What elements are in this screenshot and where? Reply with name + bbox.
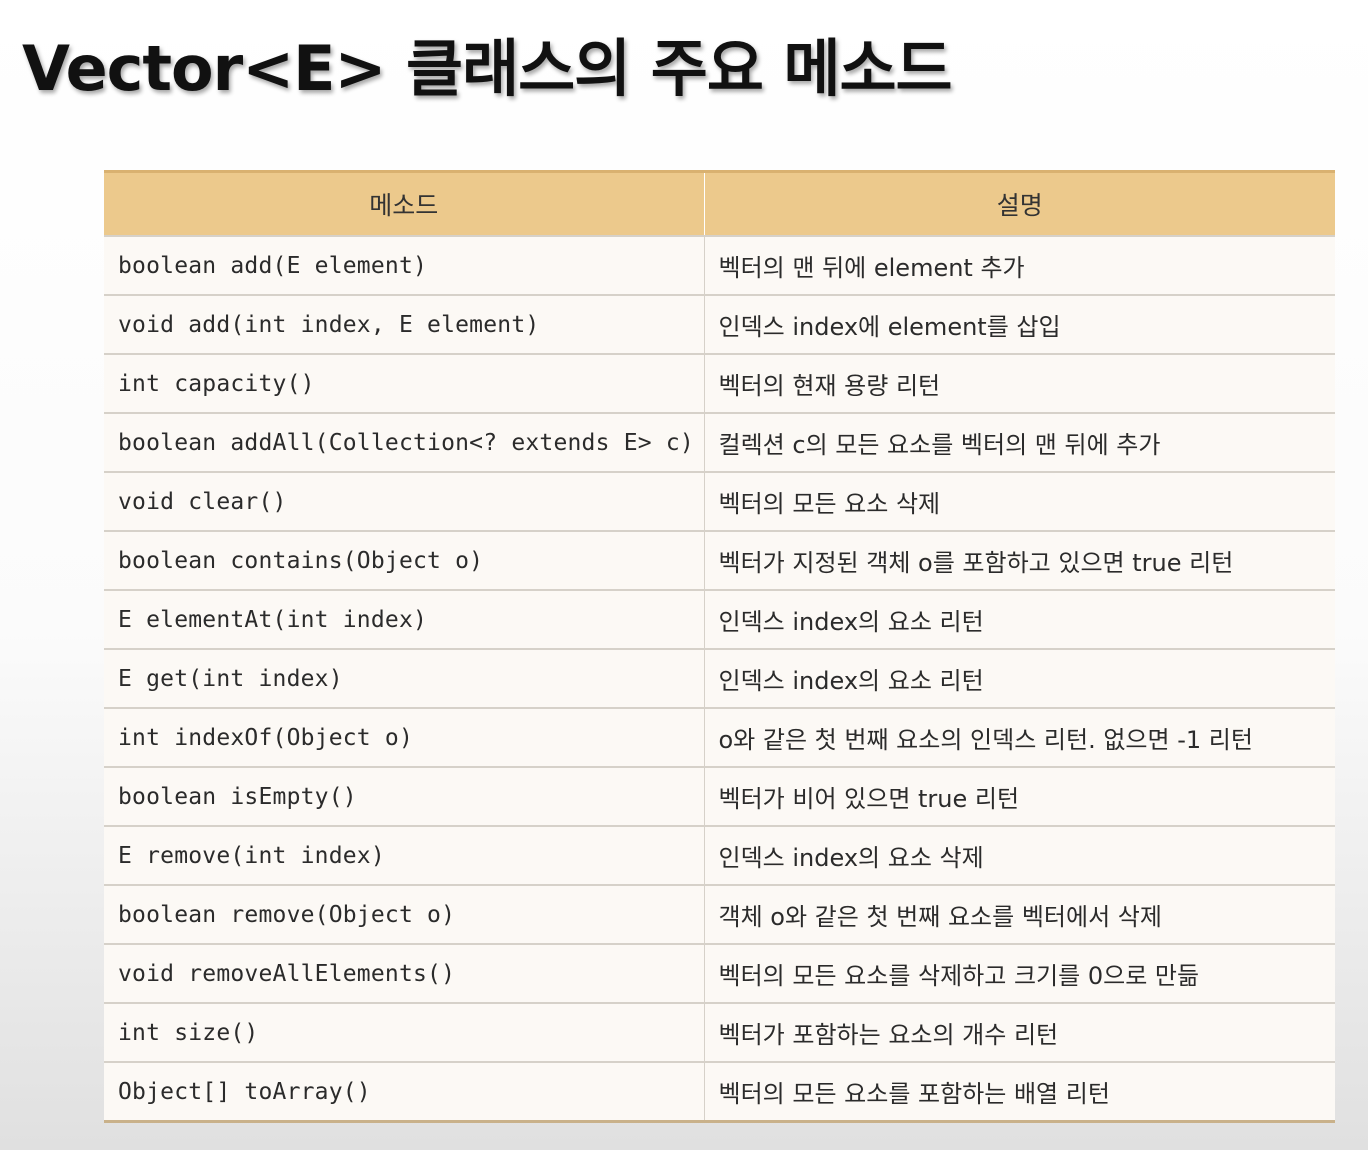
method-description: 벡터가 지정된 객체 o를 포함하고 있으면 true 리턴: [703, 530, 1335, 590]
method-signature: void clear(): [104, 471, 704, 531]
method-description: 벡터의 모든 요소 삭제: [703, 471, 1335, 531]
header-description: 설명: [703, 170, 1335, 236]
table-row: boolean contains(Object o) 벡터가 지정된 객체 o를…: [104, 530, 1335, 590]
method-signature: E remove(int index): [104, 825, 704, 885]
table-row: void removeAllElements() 벡터의 모든 요소를 삭제하고…: [104, 943, 1335, 1003]
table-row: boolean add(E element) 벡터의 맨 뒤에 element …: [104, 235, 1335, 295]
method-description: 벡터가 비어 있으면 true 리턴: [703, 766, 1335, 826]
method-description: 벡터의 맨 뒤에 element 추가: [703, 235, 1335, 295]
slide-title: Vector<E> 클래스의 주요 메소드: [22, 32, 953, 105]
table-row: boolean addAll(Collection<? extends E> c…: [104, 412, 1335, 472]
table-row: int indexOf(Object o) o와 같은 첫 번째 요소의 인덱스…: [104, 707, 1335, 767]
method-signature: Object[] toArray(): [104, 1061, 704, 1120]
method-signature: boolean addAll(Collection<? extends E> c…: [104, 412, 704, 472]
table-row: Object[] toArray() 벡터의 모든 요소를 포함하는 배열 리턴: [104, 1061, 1335, 1120]
method-description: 벡터의 모든 요소를 포함하는 배열 리턴: [703, 1061, 1335, 1120]
method-signature: E elementAt(int index): [104, 589, 704, 649]
method-description: 벡터가 포함하는 요소의 개수 리턴: [703, 1002, 1335, 1062]
table-header-row: 메소드 설명: [104, 170, 1335, 236]
method-table-container: 메소드 설명 boolean add(E element) 벡터의 맨 뒤에 e…: [104, 170, 1335, 1123]
method-signature: boolean isEmpty(): [104, 766, 704, 826]
table-row: E elementAt(int index) 인덱스 index의 요소 리턴: [104, 589, 1335, 649]
method-signature: int size(): [104, 1002, 704, 1062]
table-row: boolean isEmpty() 벡터가 비어 있으면 true 리턴: [104, 766, 1335, 826]
table-row: int capacity() 벡터의 현재 용량 리턴: [104, 353, 1335, 413]
method-signature: void add(int index, E element): [104, 294, 704, 354]
method-description: 벡터의 모든 요소를 삭제하고 크기를 0으로 만듦: [703, 943, 1335, 1003]
table-row: boolean remove(Object o) 객체 o와 같은 첫 번째 요…: [104, 884, 1335, 944]
method-table: 메소드 설명 boolean add(E element) 벡터의 맨 뒤에 e…: [104, 170, 1335, 1120]
method-description: 벡터의 현재 용량 리턴: [703, 353, 1335, 413]
method-description: 인덱스 index에 element를 삽입: [703, 294, 1335, 354]
method-signature: E get(int index): [104, 648, 704, 708]
table-row: void add(int index, E element) 인덱스 index…: [104, 294, 1335, 354]
method-description: 인덱스 index의 요소 리턴: [703, 589, 1335, 649]
method-signature: int capacity(): [104, 353, 704, 413]
method-description: 인덱스 index의 요소 리턴: [703, 648, 1335, 708]
method-description: o와 같은 첫 번째 요소의 인덱스 리턴. 없으면 -1 리턴: [703, 707, 1335, 767]
table-row: void clear() 벡터의 모든 요소 삭제: [104, 471, 1335, 531]
method-description: 객체 o와 같은 첫 번째 요소를 벡터에서 삭제: [703, 884, 1335, 944]
table-row: E remove(int index) 인덱스 index의 요소 삭제: [104, 825, 1335, 885]
table-row: E get(int index) 인덱스 index의 요소 리턴: [104, 648, 1335, 708]
method-signature: int indexOf(Object o): [104, 707, 704, 767]
method-signature: void removeAllElements(): [104, 943, 704, 1003]
method-signature: boolean contains(Object o): [104, 530, 704, 590]
table-row: int size() 벡터가 포함하는 요소의 개수 리턴: [104, 1002, 1335, 1062]
method-description: 컬렉션 c의 모든 요소를 벡터의 맨 뒤에 추가: [703, 412, 1335, 472]
header-method: 메소드: [104, 170, 704, 236]
method-signature: boolean remove(Object o): [104, 884, 704, 944]
method-signature: boolean add(E element): [104, 235, 704, 295]
method-description: 인덱스 index의 요소 삭제: [703, 825, 1335, 885]
